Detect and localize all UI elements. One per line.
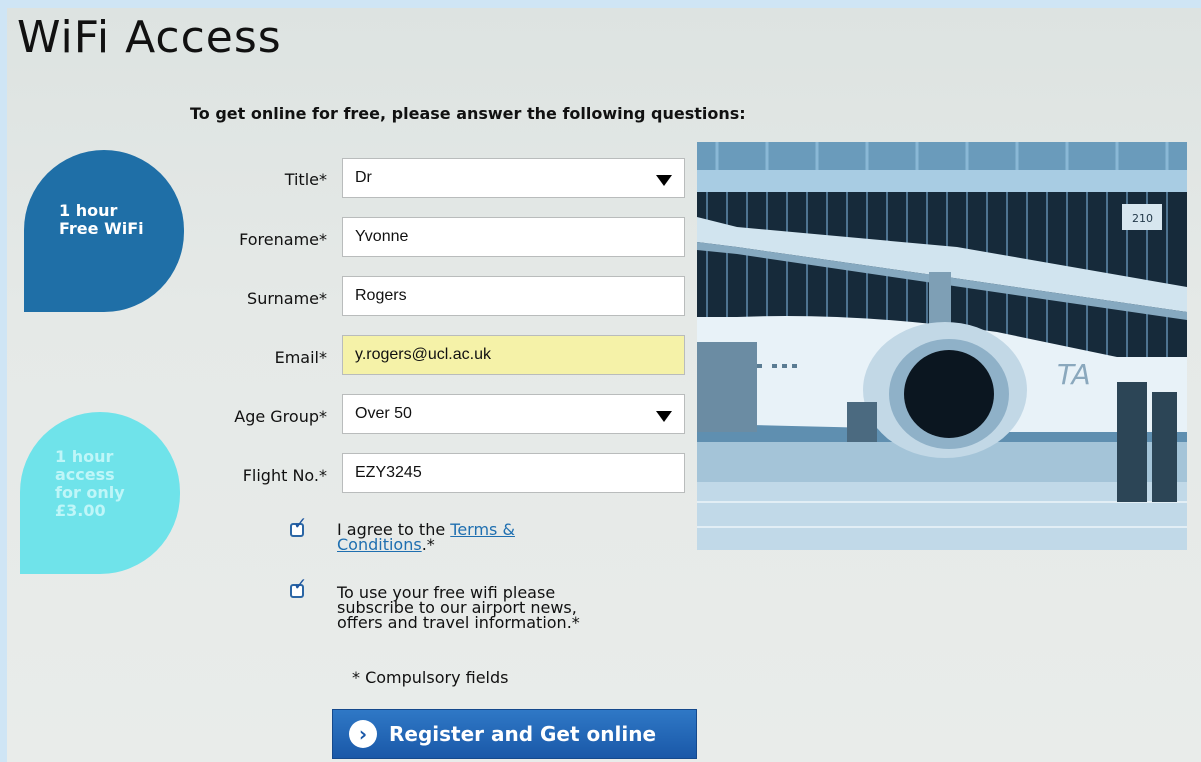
paid-access-promo-text: 1 hour access for only £3.00 <box>55 448 165 520</box>
flight-no-field[interactable]: EZY3245 <box>342 453 685 493</box>
page-title: WiFi Access <box>17 12 282 63</box>
paid-promo-line4: £3.00 <box>55 501 106 520</box>
hangar-number: 210 <box>1132 212 1153 225</box>
forename-field[interactable]: Yvonne <box>342 217 685 257</box>
subscribe-line3: offers and travel information.* <box>337 613 580 632</box>
surname-label: Surname* <box>247 289 327 308</box>
paid-access-promo[interactable]: 1 hour access for only £3.00 <box>20 412 180 574</box>
free-wifi-promo-text: 1 hour Free WiFi <box>59 202 169 238</box>
age-group-value: Over 50 <box>355 405 412 422</box>
surname-value: Rogers <box>355 287 407 304</box>
email-field[interactable]: y.rogers@ucl.ac.uk <box>342 335 685 375</box>
paid-promo-line1: 1 hour <box>55 447 114 466</box>
terms-checkbox[interactable]: ✓ <box>290 516 307 537</box>
conditions-link[interactable]: Conditions <box>337 535 422 554</box>
paid-promo-line3: for only <box>55 483 125 502</box>
subscribe-checkbox[interactable]: ✓ <box>290 577 307 598</box>
surname-field[interactable]: Rogers <box>342 276 685 316</box>
free-promo-line2: Free WiFi <box>59 219 144 238</box>
dropdown-arrow-icon <box>656 411 672 422</box>
flight-no-label: Flight No.* <box>242 466 327 485</box>
wifi-access-screen: WiFi Access To get online for free, plea… <box>7 8 1201 762</box>
terms-link[interactable]: Terms & <box>450 520 515 539</box>
free-wifi-promo[interactable]: 1 hour Free WiFi <box>24 150 184 312</box>
terms-text-after: .* <box>421 535 435 554</box>
register-button-label: Register and Get online <box>389 722 657 746</box>
terms-text: I agree to the Terms & Conditions.* <box>337 520 515 554</box>
instructions-text: To get online for free, please answer th… <box>190 104 746 123</box>
checkmark-icon: ✓ <box>293 575 308 595</box>
compulsory-note: * Compulsory fields <box>352 668 509 687</box>
forename-label: Forename* <box>239 230 327 249</box>
airplane-image: 210 TA <box>697 142 1187 550</box>
title-label: Title* <box>284 170 327 189</box>
paid-promo-line2: access <box>55 465 115 484</box>
title-select[interactable]: Dr <box>342 158 685 198</box>
flight-no-value: EZY3245 <box>355 464 422 481</box>
arrow-right-circle-icon: › <box>349 720 377 748</box>
title-select-value: Dr <box>355 169 372 186</box>
airplane-illustration: 210 TA <box>697 142 1187 550</box>
forename-value: Yvonne <box>355 228 409 245</box>
checkmark-icon: ✓ <box>293 514 308 534</box>
email-label: Email* <box>274 348 327 367</box>
email-value: y.rogers@ucl.ac.uk <box>355 346 491 363</box>
register-button[interactable]: › Register and Get online <box>332 709 697 759</box>
free-promo-line1: 1 hour <box>59 201 118 220</box>
age-group-label: Age Group* <box>234 407 327 426</box>
age-group-select[interactable]: Over 50 <box>342 394 685 434</box>
svg-text:TA: TA <box>1057 358 1091 391</box>
subscribe-text: To use your free wifi please subscribe t… <box>337 585 580 632</box>
dropdown-arrow-icon <box>656 175 672 186</box>
